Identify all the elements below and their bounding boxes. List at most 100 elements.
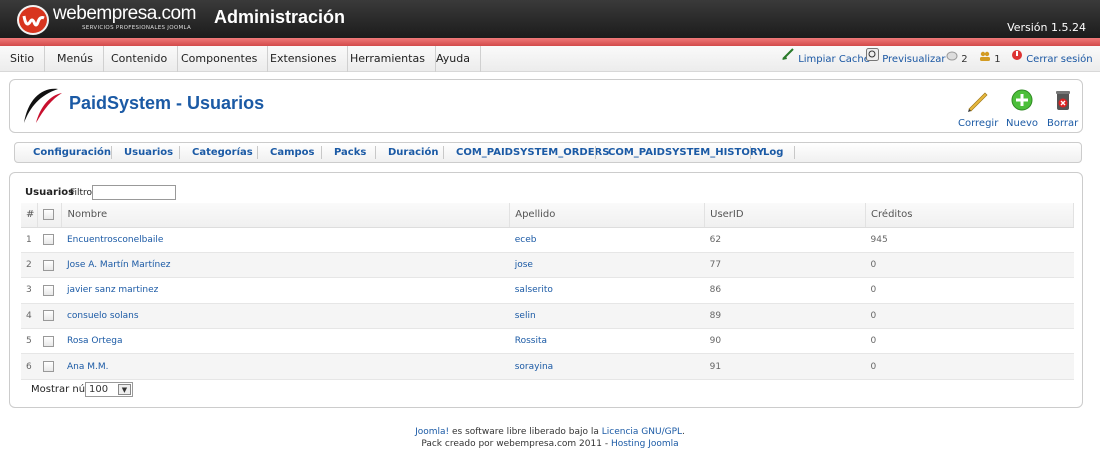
pencil-icon xyxy=(966,92,990,115)
row-nombre-link[interactable]: consuelo solans xyxy=(61,303,510,330)
submenu-history[interactable]: COM_PAIDSYSTEM_HISTORY xyxy=(608,142,764,163)
row-apellido-link[interactable]: eceb xyxy=(509,227,705,253)
paidsystem-logo-icon xyxy=(20,85,64,130)
submenu-divider xyxy=(794,146,795,159)
plus-circle-icon xyxy=(1010,89,1034,115)
row-creditos: 0 xyxy=(865,353,1074,380)
submenu-orders[interactable]: COM_PAIDSYSTEM_ORDERS xyxy=(456,142,609,163)
row-userid: 90 xyxy=(704,328,866,355)
col-header-apellido[interactable]: Apellido xyxy=(509,203,706,228)
row-nombre-link[interactable]: javier sanz martinez xyxy=(61,277,510,304)
footer-license: Joomla! es software libre liberado bajo … xyxy=(0,427,1100,437)
logout-link[interactable]: Cerrar sesión xyxy=(1011,46,1093,72)
joomla-link[interactable]: Joomla! xyxy=(415,427,449,437)
submenu-divider xyxy=(179,146,180,159)
version-label: Versión 1.5.24 xyxy=(1007,21,1086,34)
filter-label: Filtro xyxy=(70,188,93,198)
menu-herramientas[interactable]: Herramientas xyxy=(340,46,436,72)
col-header-creditos[interactable]: Créditos xyxy=(865,203,1074,228)
submenu-log[interactable]: Log xyxy=(763,142,783,163)
submenu-divider xyxy=(750,146,751,159)
col-header-select xyxy=(37,203,63,228)
page-size-value: 100 xyxy=(89,384,109,395)
row-apellido-link[interactable]: selin xyxy=(509,303,705,330)
row-nombre-link[interactable]: Jose A. Martín Martínez xyxy=(61,252,510,279)
col-header-userid[interactable]: UserID xyxy=(704,203,867,228)
footer-credit-text: Pack creado por webempresa.com 2011 - xyxy=(421,439,611,449)
menu-ayuda[interactable]: Ayuda xyxy=(426,46,481,72)
row-checkbox[interactable] xyxy=(42,234,54,246)
row-userid: 62 xyxy=(704,227,866,253)
menu-menus[interactable]: Menús xyxy=(47,46,104,72)
logout-icon xyxy=(1011,46,1023,72)
menu-sitio[interactable]: Sitio xyxy=(0,46,46,72)
row-checkbox[interactable] xyxy=(42,310,54,322)
col-header-nombre[interactable]: Nombre xyxy=(61,203,511,228)
filter-heading: Usuarios xyxy=(25,187,75,198)
submenu-packs[interactable]: Packs xyxy=(334,142,366,163)
row-nombre-link[interactable]: Rosa Ortega xyxy=(61,328,510,355)
row-creditos: 0 xyxy=(865,328,1074,355)
row-apellido-link[interactable]: sorayina xyxy=(509,353,705,380)
table-row: 4 consuelo solans selin 89 0 xyxy=(21,303,1074,330)
row-userid: 89 xyxy=(704,303,866,330)
menu-extensiones[interactable]: Extensiones xyxy=(260,46,348,72)
license-link[interactable]: Licencia GNU/GPL xyxy=(602,427,682,437)
footer-credits: Pack creado por webempresa.com 2011 - Ho… xyxy=(0,439,1100,449)
hosting-link[interactable]: Hosting Joomla xyxy=(611,439,679,449)
row-select-cell xyxy=(37,252,62,279)
messages-icon xyxy=(946,46,958,72)
users-online-count[interactable]: 1 xyxy=(979,46,1001,72)
page-size-select[interactable]: 100 ▼ xyxy=(85,382,133,397)
row-creditos: 0 xyxy=(865,303,1074,330)
magnifier-icon xyxy=(866,46,879,72)
row-creditos: 945 xyxy=(865,227,1074,253)
row-select-cell xyxy=(37,328,62,355)
table-header-row: # Nombre Apellido UserID Créditos xyxy=(21,203,1074,228)
table-row: 5 Rosa Ortega Rossita 90 0 xyxy=(21,328,1074,355)
row-checkbox[interactable] xyxy=(42,361,54,373)
row-select-cell xyxy=(37,277,62,304)
preview-link[interactable]: Previsualizar xyxy=(866,46,946,72)
submenu-configuracion[interactable]: Configuración xyxy=(33,142,111,163)
chevron-down-icon: ▼ xyxy=(118,384,131,395)
submenu-campos[interactable]: Campos xyxy=(270,142,315,163)
row-index: 5 xyxy=(21,328,38,355)
clear-cache-link[interactable]: Limpiar Caché xyxy=(781,46,870,72)
footer-dot: . xyxy=(682,427,685,437)
submenu-usuarios[interactable]: Usuarios xyxy=(124,142,173,163)
row-index: 4 xyxy=(21,303,38,330)
row-apellido-link[interactable]: jose xyxy=(509,252,705,279)
users-table: # Nombre Apellido UserID Créditos 1 Encu… xyxy=(21,203,1074,380)
row-apellido-link[interactable]: Rossita xyxy=(509,328,705,355)
row-checkbox[interactable] xyxy=(42,259,54,271)
row-nombre-link[interactable]: Encuentrosconelbaile xyxy=(61,227,510,253)
submenu-categorias[interactable]: Categorías xyxy=(192,142,253,163)
row-nombre-link[interactable]: Ana M.M. xyxy=(61,353,510,380)
col-header-index: # xyxy=(21,203,39,228)
select-all-checkbox[interactable] xyxy=(43,209,55,220)
delete-button[interactable]: Borrar xyxy=(1047,88,1078,129)
messages-count[interactable]: 2 xyxy=(946,46,968,72)
row-checkbox[interactable] xyxy=(42,335,54,347)
row-userid: 91 xyxy=(704,353,866,380)
broom-icon xyxy=(781,46,795,72)
row-checkbox[interactable] xyxy=(42,284,54,296)
users-icon xyxy=(979,46,991,72)
filter-input[interactable] xyxy=(92,185,176,200)
new-button[interactable]: Nuevo xyxy=(1006,88,1038,129)
row-apellido-link[interactable]: salserito xyxy=(509,277,705,304)
submenu-duracion[interactable]: Duración xyxy=(388,142,438,163)
table-row: 1 Encuentrosconelbaile eceb 62 945 xyxy=(21,227,1074,253)
menu-componentes[interactable]: Componentes xyxy=(171,46,269,72)
menu-contenido[interactable]: Contenido xyxy=(101,46,179,72)
submenu-divider xyxy=(111,146,112,159)
edit-button[interactable]: Corregir xyxy=(958,88,998,129)
row-index: 1 xyxy=(21,227,38,253)
table-row: 3 javier sanz martinez salserito 86 0 xyxy=(21,277,1074,304)
table-row: 2 Jose A. Martín Martínez jose 77 0 xyxy=(21,252,1074,279)
admin-title: Administración xyxy=(214,7,346,27)
row-select-cell xyxy=(37,303,62,330)
row-creditos: 0 xyxy=(865,252,1074,279)
header-red-band xyxy=(0,38,1100,46)
